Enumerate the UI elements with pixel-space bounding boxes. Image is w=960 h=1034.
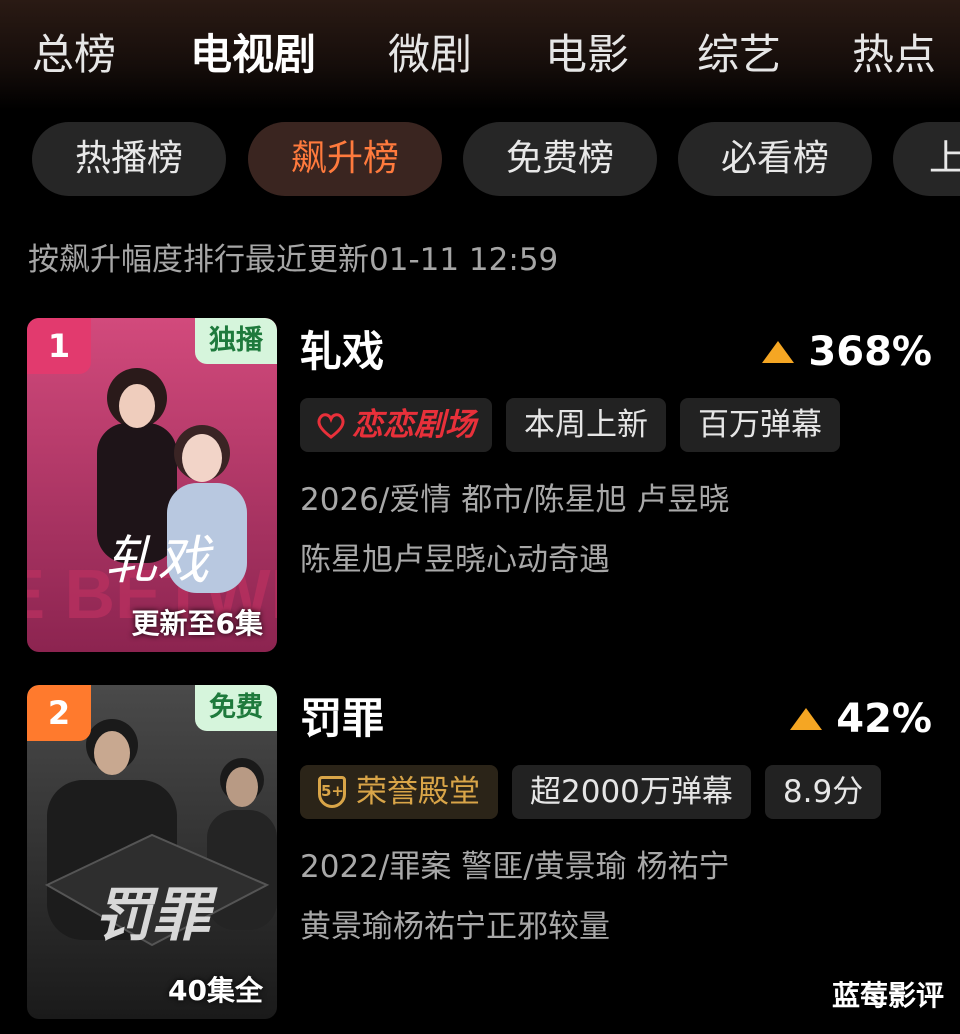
episode-status: 40集全 [168, 974, 263, 1007]
new-this-week-badge: 本周上新 [506, 398, 666, 452]
ranking-filter-bar: 热播榜 飙升榜 免费榜 必看榜 上 [0, 122, 960, 198]
danmaku-badge: 百万弹幕 [680, 398, 840, 452]
poster-image[interactable]: 罚罪 2 免费 40集全 [27, 685, 277, 1019]
badge-row: 5+ 荣誉殿堂 超2000万弹幕 8.9分 [300, 765, 882, 821]
episode-status: 更新至6集 [131, 607, 263, 640]
tab-variety[interactable]: 综艺 [697, 22, 781, 88]
rank-badge: 2 [27, 685, 91, 741]
tab-overall[interactable]: 总榜 [32, 22, 116, 88]
up-arrow-icon [790, 708, 823, 730]
shield-5-icon: 5+ [318, 776, 346, 808]
drama-meta: 2022/罪案 警匪/黄景瑜 杨祐宁 [300, 849, 730, 885]
watermark: 蓝莓影评 [831, 979, 944, 1012]
pill-must-watch[interactable]: 必看榜 [678, 122, 872, 196]
heat-value: 368% [808, 329, 932, 375]
pill-rising[interactable]: 飙升榜 [248, 122, 442, 196]
poster-image[interactable]: LIVE BETWEEN 轧戏 1 独播 更新至6集 [27, 318, 277, 652]
category-tabs: 总榜 电视剧 微剧 电影 综艺 热点 [0, 22, 960, 92]
tab-hot[interactable]: 热点 [852, 22, 936, 88]
list-item[interactable]: LIVE BETWEEN 轧戏 1 独播 更新至6集 轧戏 368% 恋恋剧场 … [0, 318, 960, 654]
poster-title: 轧戏 [105, 531, 214, 591]
heat-value: 42% [836, 696, 932, 742]
free-tag: 免费 [195, 685, 277, 731]
tab-movie[interactable]: 电影 [545, 22, 629, 88]
rank-badge: 1 [27, 318, 91, 374]
drama-title[interactable]: 罚罪 [300, 691, 384, 747]
danmaku-badge: 超2000万弹幕 [512, 765, 751, 819]
hall-of-fame-badge: 5+ 荣誉殿堂 [300, 765, 498, 819]
list-item[interactable]: 罚罪 2 免费 40集全 罚罪 42% 5+ 荣誉殿堂 超2000万弹幕 8.9… [0, 685, 960, 1021]
exclusive-tag: 独播 [195, 318, 277, 364]
tab-micro-drama[interactable]: 微剧 [388, 22, 472, 88]
up-arrow-icon [762, 341, 795, 363]
pill-hot-play[interactable]: 热播榜 [32, 122, 226, 196]
drama-description: 黄景瑜杨祐宁正邪较量 [300, 909, 610, 945]
ranking-description: 按飙升幅度排行最近更新01-11 12:59 [28, 242, 559, 278]
tab-tv-series[interactable]: 电视剧 [190, 22, 316, 88]
drama-description: 陈星旭卢昱晓心动奇遇 [300, 542, 610, 578]
heart-icon [317, 413, 345, 439]
brand-badge-label: 恋恋剧场 [352, 407, 476, 443]
drama-title[interactable]: 轧戏 [300, 324, 384, 380]
pill-more[interactable]: 上 [893, 122, 960, 196]
rating-badge: 8.9分 [764, 765, 882, 819]
heat-indicator: 368% [762, 324, 932, 380]
heat-indicator: 42% [790, 691, 932, 747]
brand-badge: 恋恋剧场 [300, 398, 492, 452]
drama-meta: 2026/爱情 都市/陈星旭 卢昱晓 [300, 482, 730, 518]
poster-title: 罚罪 [94, 881, 218, 949]
hall-of-fame-label: 荣誉殿堂 [356, 774, 480, 810]
pill-free[interactable]: 免费榜 [463, 122, 657, 196]
badge-row: 恋恋剧场 本周上新 百万弹幕 [300, 398, 840, 454]
